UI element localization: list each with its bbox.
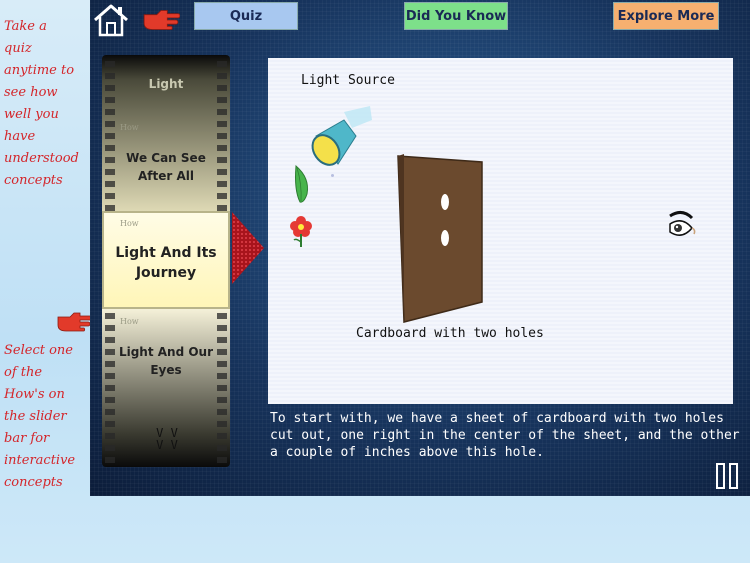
- note-line: the slider: [4, 409, 67, 424]
- lamp-icon: [311, 106, 372, 166]
- slider-item-label: Light: [148, 77, 184, 91]
- pointing-hand-icon: [57, 312, 92, 332]
- note-line: anytime to: [4, 63, 75, 78]
- selection-pointer: [232, 212, 264, 284]
- explore-more-button[interactable]: Explore More: [613, 2, 719, 30]
- note-line: quiz: [4, 41, 32, 56]
- note-line: interactive: [4, 453, 76, 468]
- cardboard-label: Cardboard with two holes: [356, 326, 544, 341]
- cardboard-hole-top: [441, 194, 449, 210]
- slider-item-label: We Can See: [126, 151, 206, 165]
- narration-caption: To start with, we have a sheet of cardbo…: [270, 411, 740, 460]
- how-label: How: [120, 123, 139, 132]
- flower-icon: [290, 216, 312, 247]
- note-line: concepts: [4, 173, 63, 188]
- pointing-hand-icon: [143, 10, 180, 30]
- slider-item-we-can-see[interactable]: We Can See After All: [116, 149, 216, 185]
- eye-icon: [669, 211, 696, 236]
- slider-item-light-and-its-journey[interactable]: How Light And Its Journey: [102, 211, 230, 309]
- slider-item-label: Light And Our: [118, 345, 214, 359]
- slider-item-label: Journey: [135, 265, 197, 281]
- note-line: Take a: [4, 19, 47, 34]
- quiz-button[interactable]: Quiz: [194, 2, 298, 30]
- how-label: How: [120, 219, 139, 228]
- slider-item-light-and-our-eyes[interactable]: Light And Our Eyes: [116, 343, 216, 379]
- note-line: well you: [4, 107, 59, 122]
- slider-item-light[interactable]: Light: [116, 77, 216, 91]
- note-line: see how: [4, 85, 58, 100]
- more-items-chevrons: V V V V: [156, 426, 178, 452]
- slider-item-label: Light And Its: [115, 245, 217, 261]
- cardboard-sheet: [397, 154, 483, 323]
- note-line: How's on: [4, 387, 65, 402]
- how-label: How: [120, 317, 139, 326]
- leaf-icon: [295, 164, 308, 203]
- slider-item-selected: Light And Its Journey: [104, 243, 228, 283]
- note-line: concepts: [4, 475, 63, 490]
- slider-item-label: Eyes: [150, 363, 182, 377]
- cardboard-hole-center: [441, 230, 449, 246]
- note-line: of the: [4, 365, 43, 380]
- scene-panel: Light Source Cardboard with two holes: [268, 58, 733, 404]
- note-line: Select one: [4, 343, 73, 358]
- note-line: bar for: [4, 431, 50, 446]
- slider-item-label: After All: [138, 169, 194, 183]
- note-line: have: [4, 129, 36, 144]
- note-line: understood: [4, 151, 79, 166]
- home-icon[interactable]: [92, 3, 130, 37]
- pause-icon[interactable]: [716, 462, 740, 490]
- did-you-know-button[interactable]: Did You Know: [404, 2, 508, 30]
- light-particle: [331, 174, 334, 177]
- topic-slider[interactable]: Light How We Can See After All How Light…: [102, 55, 230, 467]
- quiz-tip-note: Take a quiz anytime to see how well you …: [4, 16, 90, 192]
- light-source-label: Light Source: [301, 73, 395, 88]
- slider-tip-note: Select one of the How's on the slider ba…: [4, 340, 90, 494]
